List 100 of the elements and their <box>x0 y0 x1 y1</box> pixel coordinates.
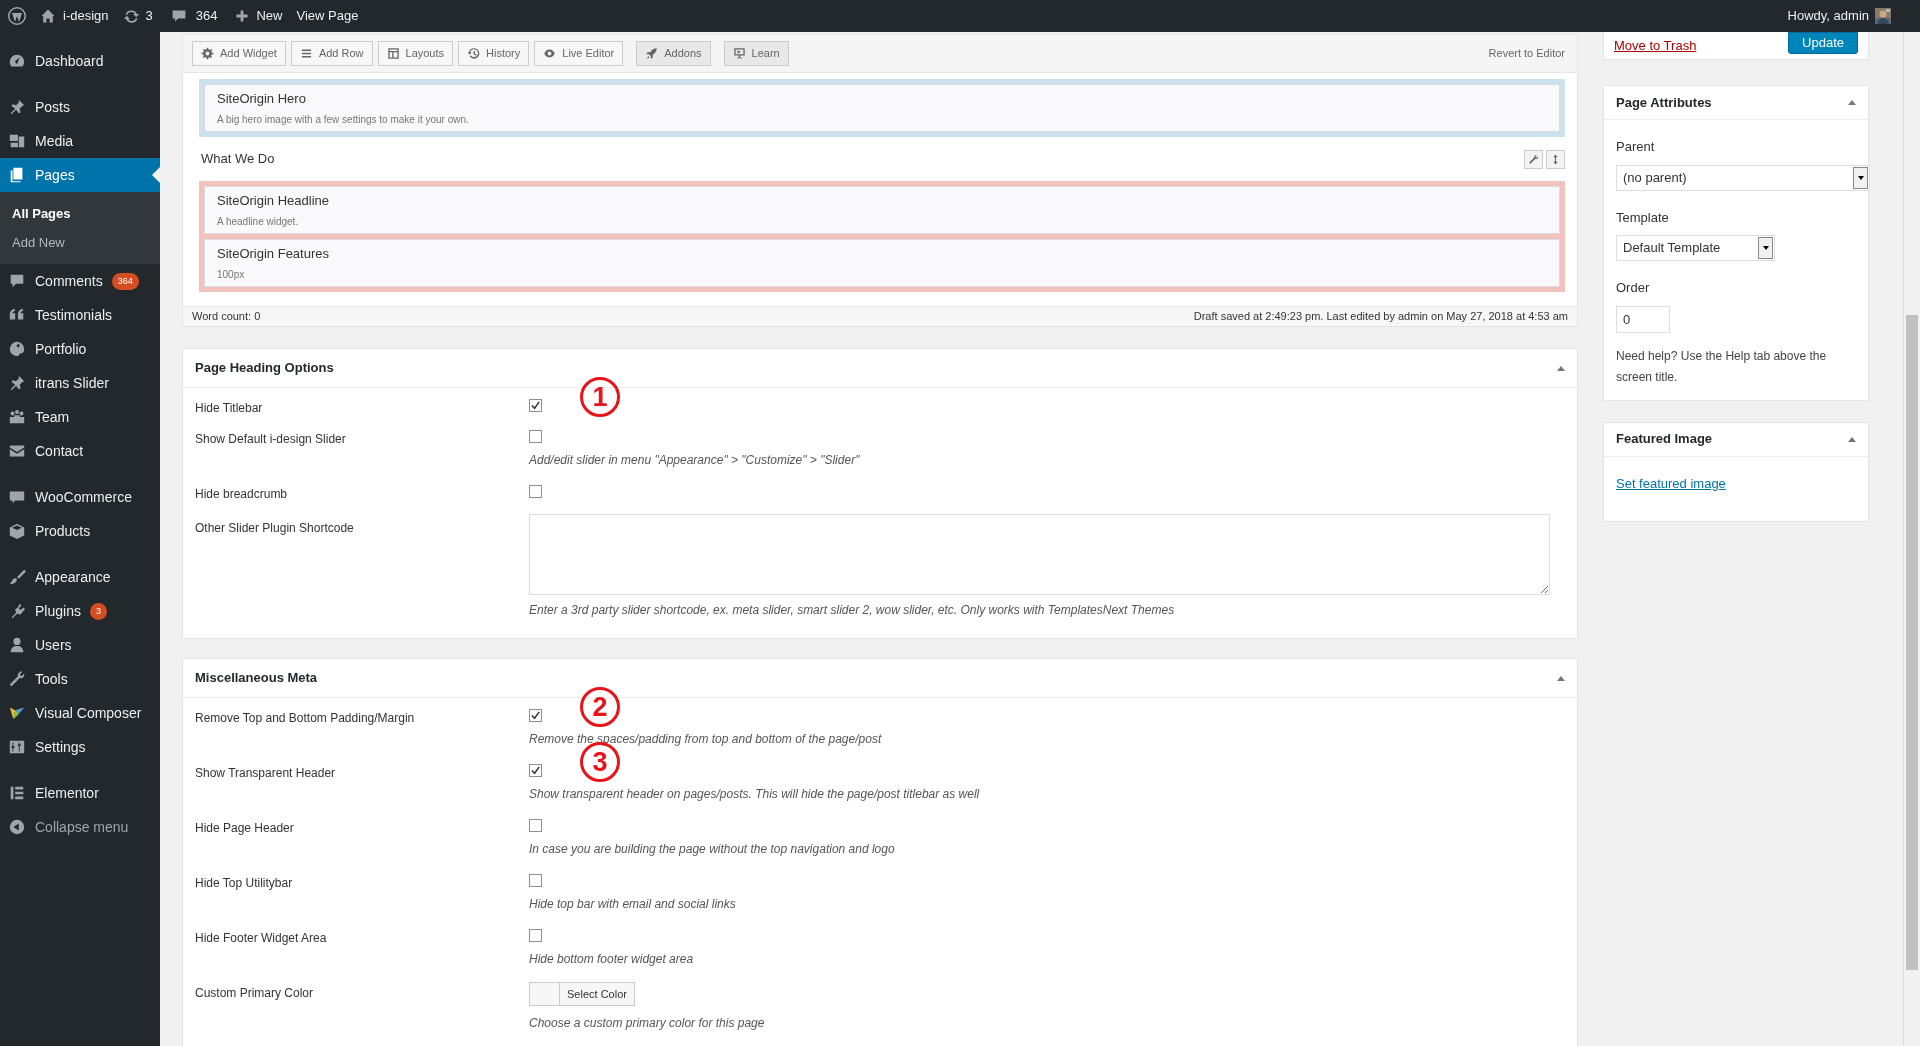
metabox-title: Page Heading Options <box>195 359 335 378</box>
sidebar-item[interactable]: Dashboard <box>0 44 160 78</box>
speech-bubble-icon <box>170 8 187 24</box>
box-icon <box>8 522 26 540</box>
sidebar-item[interactable]: Users <box>0 628 160 662</box>
field-description: Hide top bar with email and social links <box>529 896 737 913</box>
view-page-link[interactable]: View Page <box>296 6 359 26</box>
toggle-icon[interactable] <box>1557 675 1565 681</box>
toolbar-button[interactable]: History <box>458 41 530 66</box>
site-name-link[interactable]: i-design <box>40 6 109 26</box>
shortcode-field[interactable] <box>529 514 1550 595</box>
row-settings-button[interactable] <box>1524 149 1543 169</box>
sidebar-item[interactable]: Elementor <box>0 776 160 810</box>
sidebar-item[interactable]: Visual Composer <box>0 696 160 730</box>
people-icon <box>8 408 26 426</box>
order-field[interactable]: 0 <box>1616 305 1670 333</box>
widget-card[interactable]: SiteOrigin Features 100px <box>204 239 1560 287</box>
toolbar-button[interactable]: Addons <box>636 41 711 66</box>
box-title: Featured Image <box>1616 430 1714 449</box>
toolbar-button[interactable]: Add Widget <box>192 41 286 66</box>
sidebar-item[interactable]: Posts <box>0 90 160 124</box>
sidebar-item[interactable]: Portfolio <box>0 332 160 366</box>
sidebar-item[interactable]: Tools <box>0 662 160 696</box>
sidebar-item[interactable]: Plugins 3 <box>0 594 160 628</box>
checkbox[interactable] <box>529 399 542 412</box>
field-label: Remove Top and Bottom Padding/Margin <box>195 710 416 727</box>
widget-title: SiteOrigin Headline <box>217 192 330 211</box>
account-menu[interactable]: Howdy, admin <box>1787 6 1891 26</box>
logo-icon[interactable] <box>7 6 27 26</box>
sidebar-item[interactable]: Team <box>0 400 160 434</box>
sidebar-item[interactable]: Settings <box>0 730 160 764</box>
parent-label: Parent <box>1616 138 1656 156</box>
new-link[interactable]: New <box>235 6 283 26</box>
move-to-trash-link[interactable]: Move to Trash <box>1614 36 1697 56</box>
submenu-item[interactable]: All Pages <box>0 199 160 228</box>
sidebar-item[interactable]: Appearance <box>0 560 160 594</box>
update-button[interactable]: Update <box>1788 32 1858 54</box>
home-icon <box>40 8 56 24</box>
toolbar-button[interactable]: Live Editor <box>534 41 624 66</box>
count-badge: 3 <box>89 602 107 620</box>
checkbox[interactable] <box>529 764 542 777</box>
sidebar-item[interactable]: Products <box>0 514 160 548</box>
wrench-icon <box>8 670 26 688</box>
eye-icon <box>543 47 557 60</box>
select-color-button[interactable]: Select Color <box>529 982 635 1006</box>
checkbox[interactable] <box>529 874 542 887</box>
checkbox[interactable] <box>529 430 542 443</box>
field-label: Other Slider Plugin Shortcode <box>195 520 355 537</box>
widget-title: SiteOrigin Hero <box>217 90 307 109</box>
revert-link[interactable]: Revert to Editor <box>1488 45 1565 62</box>
sidebar-item[interactable]: itrans Slider <box>0 366 160 400</box>
sidebar-item[interactable]: Contact <box>0 434 160 468</box>
collapse-icon <box>8 818 26 836</box>
sidebar-item[interactable]: Media <box>0 124 160 158</box>
toggle-icon[interactable] <box>1557 365 1565 371</box>
field-description: Enter a 3rd party slider shortcode, ex. meta slider, smart slider 2, wow slider, etc. Only works with TemplatesNext Themes <box>529 602 1176 619</box>
toggle-icon[interactable] <box>1848 100 1856 105</box>
dropdown[interactable]: (no parent) <box>1616 164 1870 191</box>
checkbox[interactable] <box>529 485 542 498</box>
field-label: Hide Titlebar <box>195 400 264 417</box>
widget-card[interactable]: SiteOrigin Hero A big hero image with a few settings to make it your own. <box>204 84 1560 132</box>
checkbox[interactable] <box>529 819 542 832</box>
field-label: Custom Primary Color <box>195 985 315 1002</box>
scrollbar-thumb[interactable] <box>1906 315 1918 970</box>
callout-number: 1 <box>580 377 620 417</box>
row-move-button[interactable] <box>1546 149 1565 169</box>
sidebar-item[interactable]: WooCommerce <box>0 480 160 514</box>
checkbox[interactable] <box>529 709 542 722</box>
field-description: In case you are building the page without the top navigation and logo <box>529 841 896 858</box>
palette-icon <box>8 340 26 358</box>
pin-icon <box>8 98 26 116</box>
submenu-item[interactable]: Add New <box>0 228 160 257</box>
checkbox[interactable] <box>529 929 542 942</box>
toolbar-button[interactable]: Add Row <box>290 41 373 66</box>
brush-icon <box>8 568 26 586</box>
field-description: Hide bottom footer widget area <box>529 951 695 968</box>
row-title: What We Do <box>201 150 276 169</box>
sidebar-item[interactable]: Pages <box>0 158 160 192</box>
toolbar-button[interactable]: Learn <box>723 41 789 66</box>
settings-icon <box>8 738 26 756</box>
order-label: Order <box>1616 279 1651 297</box>
sidebar-item[interactable]: Testimonials <box>0 298 160 332</box>
field-label: Show Default i-design Slider <box>195 431 347 448</box>
comments-link[interactable]: 364 <box>170 6 218 26</box>
history-icon <box>467 47 481 60</box>
widget-description: 100px <box>217 267 246 282</box>
plus-icon <box>235 9 250 23</box>
sidebar-item[interactable]: Comments 364 <box>0 264 160 298</box>
toggle-icon[interactable] <box>1848 436 1856 442</box>
widget-card[interactable]: SiteOrigin Headline A headline widget. <box>204 186 1560 234</box>
set-featured-image-link[interactable]: Set featured image <box>1616 475 1726 491</box>
field-label: Hide Page Header <box>195 820 295 837</box>
pin-icon <box>8 374 26 392</box>
field-description: Show transparent header on pages/posts. This will hide the page/post titlebar as well <box>529 786 981 803</box>
word-count: Word count: 0 <box>192 309 262 325</box>
sidebar-item[interactable]: Collapse menu <box>0 810 160 844</box>
dropdown[interactable]: Default Template <box>1616 235 1775 261</box>
current-arrow-icon <box>152 167 160 183</box>
updates-link[interactable]: 3 <box>122 6 153 26</box>
toolbar-button[interactable]: Layouts <box>377 41 454 66</box>
